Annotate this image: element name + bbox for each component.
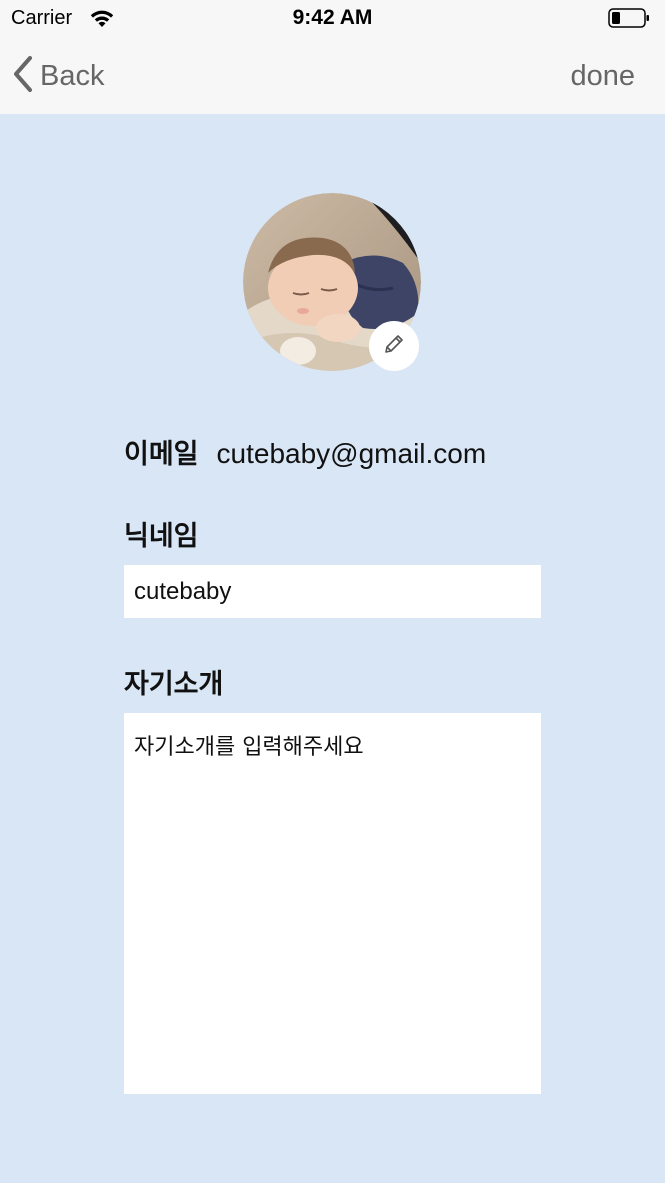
navigation-bar: Back done	[0, 38, 665, 114]
chevron-left-icon	[12, 55, 40, 98]
back-label: Back	[40, 59, 105, 92]
nickname-label: 닉네임	[124, 521, 199, 552]
edit-avatar-button[interactable]	[369, 321, 419, 371]
battery-icon	[608, 8, 650, 28]
profile-edit-content: 이메일 cutebaby@gmail.com 닉네임 자기소개	[0, 114, 665, 1183]
avatar-container	[243, 193, 423, 373]
email-label: 이메일	[124, 439, 199, 470]
email-row: 이메일 cutebaby@gmail.com	[124, 432, 486, 471]
bio-textarea[interactable]	[124, 713, 541, 1094]
bio-label: 자기소개	[124, 669, 224, 700]
status-bar: Carrier 9:42 AM	[0, 0, 665, 38]
nickname-input[interactable]	[124, 565, 541, 618]
back-button[interactable]: Back	[12, 54, 104, 98]
status-time: 9:42 AM	[292, 6, 373, 29]
done-button[interactable]: done	[570, 56, 635, 96]
pencil-icon	[382, 332, 406, 360]
email-value: cutebaby@gmail.com	[216, 438, 487, 469]
